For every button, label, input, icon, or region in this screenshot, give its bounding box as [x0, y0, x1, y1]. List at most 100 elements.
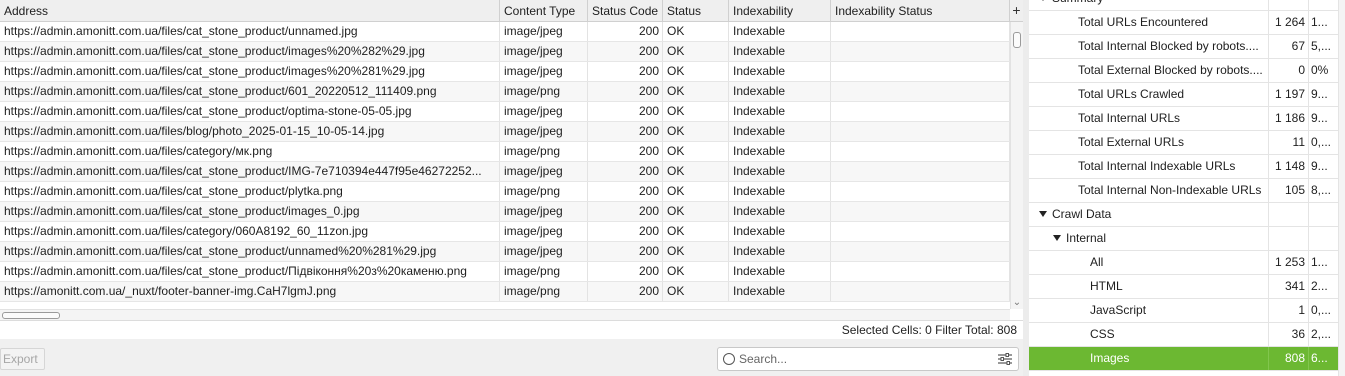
cell-content-type[interactable]: image/jpeg	[500, 202, 588, 221]
horizontal-scroll-thumb[interactable]	[2, 312, 60, 319]
cell-status-code[interactable]: 200	[588, 282, 663, 301]
cell-status[interactable]: OK	[663, 102, 729, 121]
table-row[interactable]: https://amonitt.com.ua/_nuxt/footer-bann…	[0, 282, 1010, 302]
table-row[interactable]: https://admin.amonitt.com.ua/files/cat_s…	[0, 262, 1010, 282]
cell-indexability[interactable]: Indexable	[729, 282, 831, 301]
cell-address[interactable]: https://amonitt.com.ua/_nuxt/footer-bann…	[0, 282, 500, 301]
cell-indexability-status[interactable]	[831, 222, 1010, 241]
overview-item-total-internal-blocked-by-robots[interactable]: Total Internal Blocked by robots.... 67 5,…	[1029, 35, 1338, 59]
cell-indexability[interactable]: Indexable	[729, 202, 831, 221]
cell-indexability[interactable]: Indexable	[729, 162, 831, 181]
table-row[interactable]: https://admin.amonitt.com.ua/files/categ…	[0, 222, 1010, 242]
cell-indexability-status[interactable]	[831, 42, 1010, 61]
cell-indexability[interactable]: Indexable	[729, 62, 831, 81]
cell-status-code[interactable]: 200	[588, 122, 663, 141]
search-input[interactable]	[739, 350, 989, 368]
cell-content-type[interactable]: image/jpeg	[500, 162, 588, 181]
overview-item-javascript[interactable]: JavaScript 1 0,...	[1029, 299, 1338, 323]
table-row[interactable]: https://admin.amonitt.com.ua/files/cat_s…	[0, 242, 1010, 262]
cell-status[interactable]: OK	[663, 182, 729, 201]
cell-status-code[interactable]: 200	[588, 142, 663, 161]
cell-status[interactable]: OK	[663, 282, 729, 301]
column-header-indexability[interactable]: Indexability	[729, 0, 831, 22]
cell-indexability-status[interactable]	[831, 282, 1010, 301]
cell-status[interactable]: OK	[663, 142, 729, 161]
column-header-content-type[interactable]: Content Type	[500, 0, 588, 22]
cell-status-code[interactable]: 200	[588, 22, 663, 41]
cell-content-type[interactable]: image/jpeg	[500, 242, 588, 261]
cell-content-type[interactable]: image/jpeg	[500, 42, 588, 61]
overview-vertical-scrollbar[interactable]	[1338, 0, 1345, 376]
add-column-button[interactable]: +	[1010, 0, 1023, 22]
cell-indexability-status[interactable]	[831, 162, 1010, 181]
cell-address[interactable]: https://admin.amonitt.com.ua/files/cat_s…	[0, 242, 500, 261]
cell-status[interactable]: OK	[663, 122, 729, 141]
cell-address[interactable]: https://admin.amonitt.com.ua/files/categ…	[0, 142, 500, 161]
cell-address[interactable]: https://admin.amonitt.com.ua/files/cat_s…	[0, 22, 500, 41]
cell-status[interactable]: OK	[663, 162, 729, 181]
cell-address[interactable]: https://admin.amonitt.com.ua/files/cat_s…	[0, 102, 500, 121]
column-header-indexability-status[interactable]: Indexability Status	[831, 0, 1010, 22]
overview-item-summary[interactable]: Summary	[1029, 0, 1338, 11]
cell-indexability[interactable]: Indexable	[729, 242, 831, 261]
overview-item-total-internal-indexable-urls[interactable]: Total Internal Indexable URLs 1 148 9...	[1029, 155, 1338, 179]
column-header-status-code[interactable]: Status Code	[588, 0, 663, 22]
cell-address[interactable]: https://admin.amonitt.com.ua/files/cat_s…	[0, 262, 500, 281]
cell-indexability-status[interactable]	[831, 122, 1010, 141]
cell-address[interactable]: https://admin.amonitt.com.ua/files/cat_s…	[0, 62, 500, 81]
cell-status-code[interactable]: 200	[588, 182, 663, 201]
cell-status[interactable]: OK	[663, 82, 729, 101]
table-row[interactable]: https://admin.amonitt.com.ua/files/cat_s…	[0, 162, 1010, 182]
cell-indexability[interactable]: Indexable	[729, 262, 831, 281]
cell-status-code[interactable]: 200	[588, 222, 663, 241]
overview-item-total-external-urls[interactable]: Total External URLs 11 0,...	[1029, 131, 1338, 155]
overview-item-html[interactable]: HTML 341 2...	[1029, 275, 1338, 299]
cell-content-type[interactable]: image/jpeg	[500, 102, 588, 121]
cell-address[interactable]: https://admin.amonitt.com.ua/files/blog/…	[0, 122, 500, 141]
cell-indexability[interactable]: Indexable	[729, 122, 831, 141]
vertical-scroll-thumb[interactable]	[1013, 32, 1021, 48]
cell-indexability[interactable]: Indexable	[729, 22, 831, 41]
cell-indexability[interactable]: Indexable	[729, 42, 831, 61]
cell-address[interactable]: https://admin.amonitt.com.ua/files/cat_s…	[0, 82, 500, 101]
cell-indexability-status[interactable]	[831, 102, 1010, 121]
cell-status-code[interactable]: 200	[588, 42, 663, 61]
table-row[interactable]: https://admin.amonitt.com.ua/files/cat_s…	[0, 62, 1010, 82]
table-row[interactable]: https://admin.amonitt.com.ua/files/cat_s…	[0, 182, 1010, 202]
column-header-status[interactable]: Status	[663, 0, 729, 22]
cell-status[interactable]: OK	[663, 42, 729, 61]
overview-item-total-internal-urls[interactable]: Total Internal URLs 1 186 9...	[1029, 107, 1338, 131]
cell-indexability-status[interactable]	[831, 242, 1010, 261]
cell-content-type[interactable]: image/png	[500, 142, 588, 161]
table-row[interactable]: https://admin.amonitt.com.ua/files/cat_s…	[0, 22, 1010, 42]
cell-status-code[interactable]: 200	[588, 162, 663, 181]
overview-item-total-urls-crawled[interactable]: Total URLs Crawled 1 197 9...	[1029, 83, 1338, 107]
cell-status[interactable]: OK	[663, 202, 729, 221]
cell-status-code[interactable]: 200	[588, 102, 663, 121]
overview-item-css[interactable]: CSS 36 2,...	[1029, 323, 1338, 347]
cell-indexability[interactable]: Indexable	[729, 142, 831, 161]
cell-status[interactable]: OK	[663, 22, 729, 41]
cell-indexability-status[interactable]	[831, 262, 1010, 281]
cell-status-code[interactable]: 200	[588, 242, 663, 261]
filter-settings-icon[interactable]	[998, 353, 1012, 365]
cell-content-type[interactable]: image/png	[500, 262, 588, 281]
overview-item-internal[interactable]: Internal	[1029, 227, 1338, 251]
cell-indexability[interactable]: Indexable	[729, 82, 831, 101]
overview-item-images[interactable]: Images 808 6...	[1029, 347, 1338, 371]
cell-address[interactable]: https://admin.amonitt.com.ua/files/cat_s…	[0, 42, 500, 61]
overview-item-total-external-blocked-by-robots[interactable]: Total External Blocked by robots.... 0 0%	[1029, 59, 1338, 83]
table-row[interactable]: https://admin.amonitt.com.ua/files/cat_s…	[0, 202, 1010, 222]
cell-indexability[interactable]: Indexable	[729, 182, 831, 201]
cell-indexability-status[interactable]	[831, 82, 1010, 101]
cell-status-code[interactable]: 200	[588, 262, 663, 281]
cell-content-type[interactable]: image/png	[500, 182, 588, 201]
table-row[interactable]: https://admin.amonitt.com.ua/files/blog/…	[0, 122, 1010, 142]
cell-content-type[interactable]: image/jpeg	[500, 62, 588, 81]
table-row[interactable]: https://admin.amonitt.com.ua/files/categ…	[0, 142, 1010, 162]
cell-content-type[interactable]: image/png	[500, 82, 588, 101]
cell-address[interactable]: https://admin.amonitt.com.ua/files/cat_s…	[0, 202, 500, 221]
table-row[interactable]: https://admin.amonitt.com.ua/files/cat_s…	[0, 102, 1010, 122]
overview-item-all[interactable]: All 1 253 1...	[1029, 251, 1338, 275]
cell-indexability-status[interactable]	[831, 202, 1010, 221]
